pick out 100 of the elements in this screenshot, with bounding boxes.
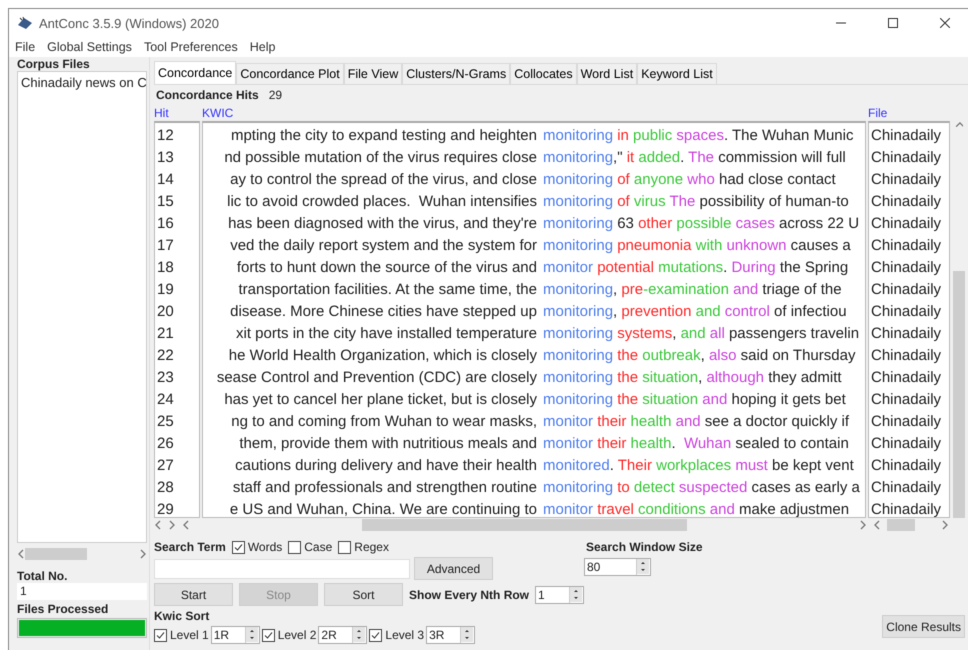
file-name: Chinadaily bbox=[870, 170, 942, 190]
nth-row-spinner[interactable]: 1 bbox=[535, 586, 584, 604]
right-context: pneumonia with unknown causes a bbox=[616, 236, 851, 256]
scroll-left-icon[interactable] bbox=[17, 549, 25, 559]
scroll-left-icon[interactable] bbox=[182, 520, 190, 530]
tab[interactable]: Concordance Plot bbox=[236, 63, 344, 84]
checkbox[interactable]: Level 3 bbox=[369, 628, 424, 642]
hit-number: 23 bbox=[156, 368, 174, 388]
app-logo-icon bbox=[17, 16, 33, 30]
file-name: Chinadaily bbox=[870, 390, 942, 410]
left-context: e US and Wuhan, China. We are continuing to bbox=[230, 500, 537, 517]
left-context: ng to and coming from Wuhan to wear masks, bbox=[231, 412, 537, 432]
scroll-left-icon[interactable] bbox=[154, 520, 162, 530]
right-context: in public spaces. The Wuhan Munic bbox=[616, 126, 854, 146]
check-icon bbox=[264, 630, 273, 640]
menu-item[interactable]: Help bbox=[250, 40, 276, 54]
checkbox[interactable]: Level 1 bbox=[154, 628, 209, 642]
window-size-spinner[interactable]: 80 bbox=[584, 558, 651, 576]
scrollbar-thumb[interactable] bbox=[887, 519, 915, 531]
scrollbar-thumb[interactable] bbox=[362, 519, 687, 531]
menu-item[interactable]: Tool Preferences bbox=[144, 40, 238, 54]
right-context: the situation and hoping it gets bet bbox=[616, 390, 846, 410]
file-name: Chinadaily bbox=[870, 456, 942, 476]
scrollbar-thumb[interactable] bbox=[952, 270, 964, 518]
hits-count: 29 bbox=[268, 88, 282, 104]
keyword-hit: monitor bbox=[543, 434, 594, 454]
spin-arrows-icon bbox=[461, 627, 474, 642]
scroll-right-icon[interactable] bbox=[941, 520, 949, 530]
file-name: Chinadaily bbox=[870, 346, 942, 366]
right-context: the outbreak, also said on Thursday bbox=[616, 346, 856, 366]
menu-item[interactable]: Global Settings bbox=[47, 40, 132, 54]
search-input[interactable] bbox=[154, 558, 410, 578]
tab[interactable]: Clusters/N-Grams bbox=[402, 63, 510, 84]
hit-number: 19 bbox=[156, 280, 174, 300]
left-context: them, provide them with nutritious meals and bbox=[239, 434, 537, 454]
scroll-right-icon[interactable] bbox=[168, 520, 176, 530]
level-spinner[interactable]: 3R bbox=[426, 626, 476, 644]
column-header[interactable]: KWIC bbox=[202, 106, 868, 121]
hit-number: 29 bbox=[156, 500, 174, 517]
keyword-hit: monitoring bbox=[543, 236, 614, 256]
tab[interactable]: Collocates bbox=[510, 63, 577, 84]
right-context: systems, and all passengers travelin bbox=[616, 324, 860, 344]
tab[interactable]: Keyword List bbox=[637, 63, 717, 84]
scroll-left-icon[interactable] bbox=[873, 520, 881, 530]
hit-number: 17 bbox=[156, 236, 174, 256]
file-name: Chinadaily bbox=[870, 368, 942, 388]
checkbox[interactable]: Level 2 bbox=[262, 628, 316, 642]
column-header[interactable]: File bbox=[868, 106, 888, 121]
hit-number: 27 bbox=[156, 456, 174, 476]
tab[interactable]: File View bbox=[344, 63, 402, 84]
left-context: staff and professionals and strengthen routine bbox=[232, 478, 537, 498]
file-name: Chinadaily bbox=[870, 148, 942, 168]
total-value: 1 bbox=[17, 583, 147, 600]
hit-number: 15 bbox=[156, 192, 174, 212]
left-context: transportation facilities. At the same time, the bbox=[238, 280, 537, 300]
right-context: , pre-examination and triage of the bbox=[613, 280, 842, 300]
hit-number: 26 bbox=[156, 434, 174, 454]
right-context: of anyone who had close contact bbox=[616, 170, 836, 190]
hit-number: 24 bbox=[156, 390, 174, 410]
left-context: nd possible mutation of the virus requires close bbox=[224, 148, 537, 168]
file-name: Chinadaily bbox=[870, 214, 942, 234]
spin-arrows-icon bbox=[637, 559, 649, 574]
scrollbar-thumb[interactable] bbox=[25, 548, 87, 560]
checkbox[interactable]: Case bbox=[288, 540, 332, 554]
left-context: mpting the city to expand testing and heighten bbox=[230, 126, 537, 146]
maximize-icon bbox=[888, 18, 898, 28]
scroll-right-icon[interactable] bbox=[139, 549, 147, 559]
action-button[interactable]: Sort bbox=[324, 583, 403, 606]
hit-number: 18 bbox=[156, 258, 174, 278]
file-name: Chinadaily bbox=[870, 126, 942, 146]
left-context: has been diagnosed with the virus, and they're bbox=[228, 214, 537, 234]
checkbox[interactable]: Regex bbox=[338, 540, 389, 554]
tab[interactable]: Concordance bbox=[154, 61, 236, 84]
hit-number: 21 bbox=[156, 324, 174, 344]
keyword-hit: monitoring bbox=[543, 126, 614, 146]
level-spinner[interactable]: 1R bbox=[210, 626, 260, 644]
scroll-right-icon[interactable] bbox=[859, 520, 867, 530]
right-context: of virus The possibility of human-to bbox=[616, 192, 849, 212]
keyword-hit: monitoring bbox=[543, 280, 614, 300]
check-icon bbox=[234, 542, 243, 552]
action-button[interactable]: Start bbox=[154, 583, 233, 606]
file-name: Chinadaily bbox=[870, 192, 942, 212]
file-name: Chinadaily bbox=[870, 434, 942, 454]
left-context: ved the daily report system and the system for bbox=[230, 236, 537, 256]
tab[interactable]: Word List bbox=[576, 63, 638, 84]
right-context: ," it added. The commission will full bbox=[613, 148, 846, 168]
column-header[interactable]: Hit bbox=[154, 106, 202, 121]
window-title: AntConc 3.5.9 (Windows) 2020 bbox=[39, 16, 220, 30]
level-spinner[interactable]: 2R bbox=[318, 626, 368, 644]
file-name: Chinadaily bbox=[870, 280, 942, 300]
hit-number: 28 bbox=[156, 478, 174, 498]
menu-item[interactable]: File bbox=[15, 40, 36, 54]
clone-results-button[interactable]: Clone Results bbox=[882, 615, 965, 638]
hit-number: 12 bbox=[156, 126, 174, 146]
keyword-hit: monitor bbox=[543, 412, 594, 432]
right-context: travel conditions and make adjustmen bbox=[596, 500, 850, 517]
advanced-button[interactable]: Advanced bbox=[414, 557, 493, 580]
right-context: . Their workplaces must be kept vent bbox=[610, 456, 854, 476]
checkbox[interactable]: Words bbox=[232, 540, 282, 554]
hit-number: 13 bbox=[156, 148, 174, 168]
